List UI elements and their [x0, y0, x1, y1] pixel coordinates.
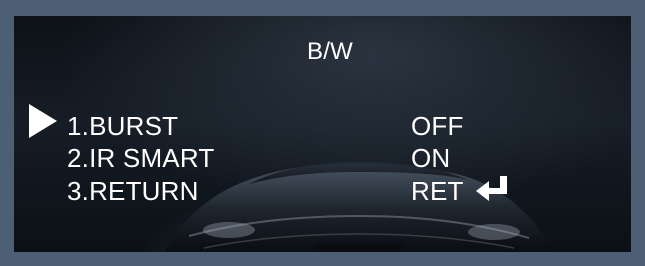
- osd-screen: B/W 1.BURST OFF 2.IR SMART ON 3.RETURN R…: [14, 16, 631, 252]
- ir-smart-value[interactable]: ON: [411, 145, 450, 171]
- osd-frame: B/W 1.BURST OFF 2.IR SMART ON 3.RETURN R…: [0, 0, 645, 266]
- triangle-right-icon: [29, 104, 57, 138]
- enter-arrow-icon: [476, 176, 507, 201]
- menu-item-ir-smart[interactable]: 2.IR SMART: [67, 145, 214, 171]
- burst-value[interactable]: OFF: [411, 113, 464, 139]
- menu-title: B/W: [307, 38, 353, 65]
- return-value[interactable]: RET: [411, 178, 464, 204]
- menu-item-return[interactable]: 3.RETURN: [67, 178, 199, 204]
- menu-item-burst[interactable]: 1.BURST: [67, 113, 178, 139]
